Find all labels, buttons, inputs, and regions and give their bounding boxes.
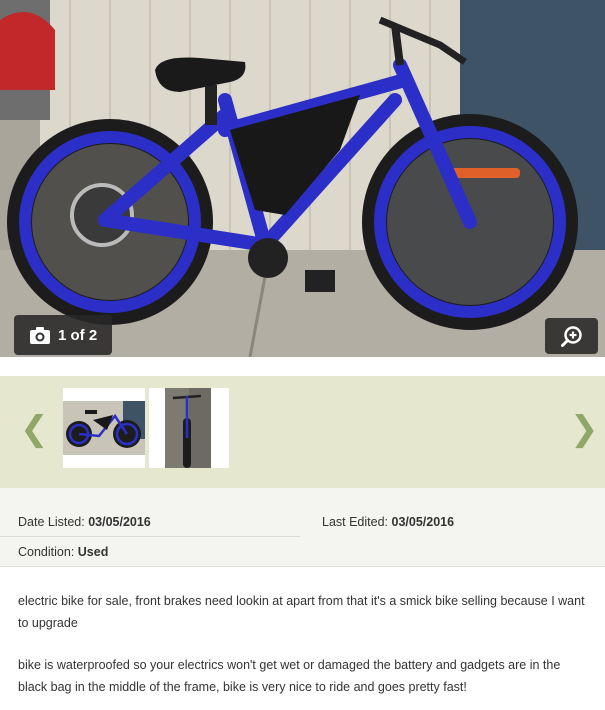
thumbnail-bike-side bbox=[63, 388, 145, 468]
camera-icon bbox=[30, 326, 50, 344]
date-listed-value: 03/05/2016 bbox=[88, 515, 151, 529]
thumbnail-bike-front bbox=[149, 388, 229, 468]
condition: Condition: Used bbox=[18, 545, 108, 559]
date-listed: Date Listed: 03/05/2016 bbox=[18, 515, 151, 529]
image-counter: 1 of 2 bbox=[14, 315, 112, 355]
listing-description: electric bike for sale, front brakes nee… bbox=[18, 590, 590, 710]
thumbnail-1[interactable] bbox=[63, 388, 145, 468]
listing-details: Date Listed: 03/05/2016 Last Edited: 03/… bbox=[0, 488, 605, 567]
date-listed-label: Date Listed: bbox=[18, 515, 85, 529]
description-paragraph-1: electric bike for sale, front brakes nee… bbox=[18, 594, 585, 630]
last-edited-value: 03/05/2016 bbox=[391, 515, 455, 529]
details-divider bbox=[0, 536, 300, 537]
chevron-left-icon[interactable]: ❮ bbox=[20, 404, 49, 454]
zoom-in-icon bbox=[560, 325, 583, 347]
image-counter-text: 1 of 2 bbox=[58, 326, 98, 344]
condition-value: Used bbox=[77, 545, 109, 559]
thumbnail-2[interactable] bbox=[149, 388, 229, 468]
bike-photo bbox=[0, 0, 605, 357]
last-edited: Last Edited: 03/05/2016 bbox=[322, 515, 454, 529]
last-edited-label: Last Edited: bbox=[322, 515, 389, 529]
chevron-right-icon[interactable]: ❯ bbox=[570, 404, 599, 454]
thumbnail-strip: ❮ ❯ bbox=[0, 376, 605, 488]
description-paragraph-2: bike is waterproofed so your electrics w… bbox=[18, 658, 561, 694]
main-photo[interactable]: 1 of 2 bbox=[0, 0, 605, 357]
condition-label: Condition: bbox=[18, 545, 75, 559]
zoom-button[interactable] bbox=[545, 318, 598, 354]
